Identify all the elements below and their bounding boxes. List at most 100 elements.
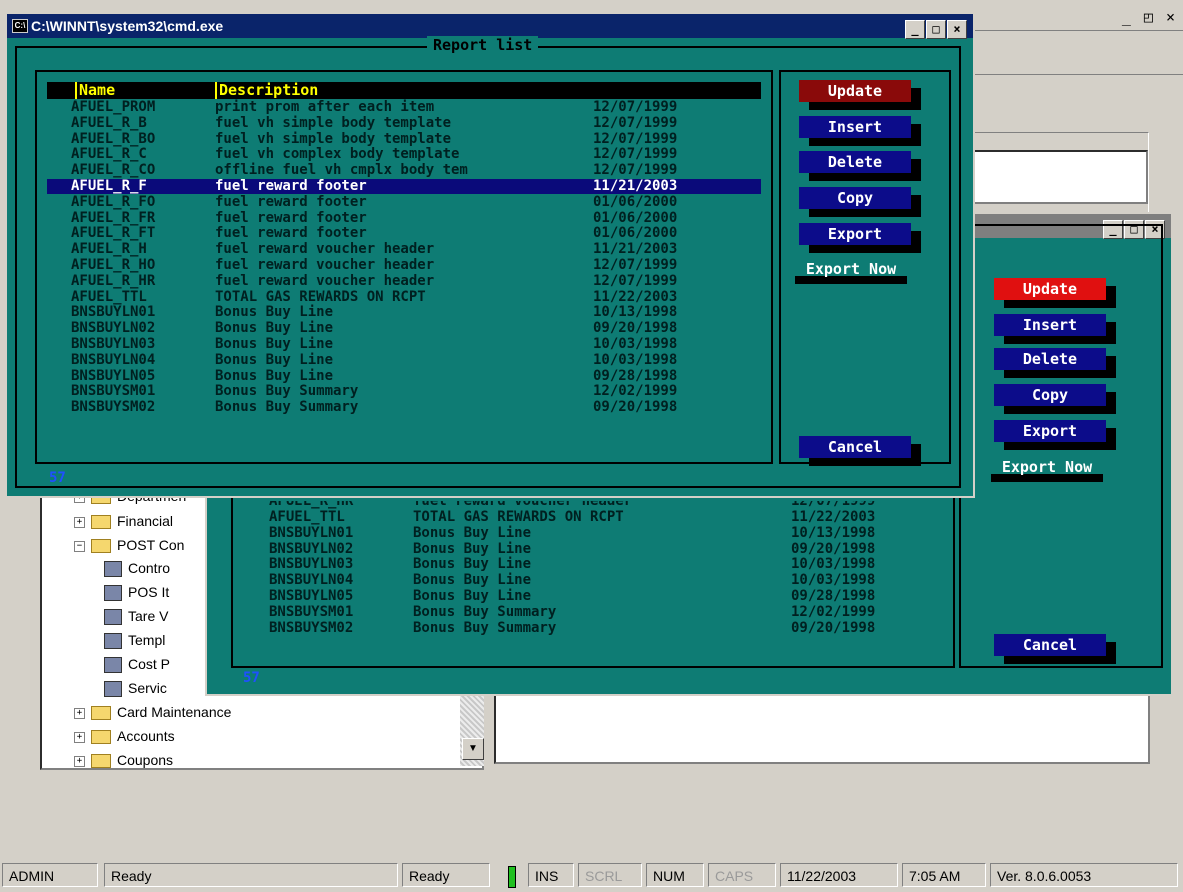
table-row[interactable]: AFUEL_R_HR fuel reward voucher header 12/0… <box>47 273 761 289</box>
cancel-button[interactable]: Cancel <box>799 436 911 458</box>
folder-icon <box>91 539 111 554</box>
table-row[interactable]: AFUEL_R_FT fuel reward footer 01/06/2000 <box>47 226 761 241</box>
table-row[interactable]: AFUEL_R_H fuel reward voucher header 11/21… <box>47 242 761 257</box>
expand-toggle-icon[interactable]: − <box>74 540 85 552</box>
table-row[interactable]: AFUEL_R_BO fuel vh simple body template 12… <box>47 130 761 147</box>
table-row[interactable]: AFUEL_R_C fuel vh complex body template 12… <box>47 147 761 162</box>
cell-date: 09/28/1998 <box>791 588 876 604</box>
table-row[interactable]: AFUEL_TTL TOTAL GAS REWARDS ON RCPT 11/22/… <box>247 510 947 525</box>
tree-item-label: Card Maintenance <box>117 704 232 720</box>
table-row[interactable]: BNSBUYSM02 Bonus Buy Summary 09/20/1998 <box>47 400 761 415</box>
tree-item[interactable]: + Coupons <box>74 752 173 769</box>
table-row[interactable]: BNSBUYLN05 Bonus Buy Line 09/28/1998 <box>47 367 761 384</box>
copy-button-back[interactable]: Copy <box>994 384 1106 406</box>
tree-item[interactable]: − POST Con <box>74 537 184 554</box>
report-icon <box>104 657 122 674</box>
table-row[interactable]: BNSBUYLN02 Bonus Buy Line 09/20/1998 <box>247 541 947 557</box>
export-button[interactable]: Export <box>799 223 911 245</box>
status-time: 7:05 AM <box>902 863 986 887</box>
delete-button[interactable]: Delete <box>799 151 911 173</box>
tree-item[interactable]: + Card Maintenance <box>74 704 232 721</box>
tree-item-label: Cost P <box>128 656 171 672</box>
cancel-button-back[interactable]: Cancel <box>994 634 1106 656</box>
tree-item[interactable]: Tare V <box>104 608 168 626</box>
scroll-down-button[interactable]: ▼ <box>462 738 484 760</box>
table-row[interactable]: BNSBUYLN03 Bonus Buy Line 10/03/1998 <box>247 557 947 572</box>
title-bar-front: C:\ C:\WINNT\system32\cmd.exe _ □ × <box>7 14 973 39</box>
tree-item[interactable]: Contro <box>104 560 171 578</box>
table-row[interactable]: AFUEL_R_HO fuel reward voucher header 12/0… <box>47 258 761 273</box>
delete-button-back[interactable]: Delete <box>994 348 1106 370</box>
status-scrl: SCRL <box>578 863 642 887</box>
table-row[interactable]: BNSBUYSM01 Bonus Buy Summary 12/02/1999 <box>247 604 947 620</box>
export-now-button-back[interactable]: Export Now <box>991 456 1103 482</box>
cell-date: 10/13/1998 <box>593 304 678 321</box>
cell-name: BNSBUYLN03 <box>269 556 354 573</box>
cell-date: 09/20/1998 <box>593 320 678 337</box>
copy-button[interactable]: Copy <box>799 187 911 209</box>
app-separator <box>970 30 1183 31</box>
cell-desc: Bonus Buy Line <box>413 572 532 589</box>
activity-indicator-icon <box>508 866 516 888</box>
cell-desc: Bonus Buy Summary <box>215 383 359 400</box>
cell-desc: fuel vh simple body template <box>215 114 452 131</box>
minimize-icon[interactable]: _ <box>905 20 925 39</box>
expand-toggle-icon[interactable]: + <box>74 731 85 743</box>
cell-desc: fuel reward footer <box>215 225 367 242</box>
table-row[interactable]: AFUEL_PROM print prom after each item 12/0… <box>47 100 761 115</box>
insert-button-back[interactable]: Insert <box>994 314 1106 336</box>
tree-item-label: Contro <box>128 560 171 576</box>
table-row[interactable]: BNSBUYSM02 Bonus Buy Summary 09/20/1998 <box>247 619 947 636</box>
export-now-button[interactable]: Export Now <box>795 258 907 284</box>
cell-name: AFUEL_R_FT <box>71 225 156 242</box>
export-now-label: Export Now <box>805 260 897 278</box>
table-row[interactable]: AFUEL_R_FO fuel reward footer 01/06/2000 <box>47 194 761 210</box>
cell-date: 10/13/1998 <box>791 524 876 541</box>
expand-toggle-icon[interactable]: + <box>74 755 85 767</box>
table-row[interactable]: BNSBUYSM01 Bonus Buy Summary 12/02/1999 <box>47 384 761 399</box>
expand-toggle-icon[interactable]: + <box>74 707 85 719</box>
cell-name: AFUEL_R_HO <box>71 257 156 273</box>
table-row[interactable]: AFUEL_R_F fuel reward footer 11/21/2003 <box>47 179 761 194</box>
cell-date: 09/20/1998 <box>791 619 876 636</box>
cell-desc: TOTAL GAS REWARDS ON RCPT <box>215 288 426 305</box>
expand-toggle-icon[interactable]: + <box>74 516 85 528</box>
cell-desc: fuel reward voucher header <box>215 241 435 258</box>
update-button[interactable]: Update <box>799 80 911 102</box>
tree-item[interactable]: Servic <box>104 680 167 698</box>
tree-item[interactable]: POS It <box>104 584 169 602</box>
table-row[interactable]: BNSBUYLN05 Bonus Buy Line 09/28/1998 <box>247 589 947 604</box>
table-row[interactable]: BNSBUYLN03 Bonus Buy Line 10/03/1998 <box>47 337 761 352</box>
maximize-icon[interactable]: □ <box>926 20 946 39</box>
tree-item[interactable]: Templ <box>104 632 165 650</box>
side-panel-field[interactable] <box>962 150 1148 204</box>
table-row[interactable]: AFUEL_TTL TOTAL GAS REWARDS ON RCPT 11/22/… <box>47 288 761 305</box>
cell-date: 10/03/1998 <box>791 572 876 589</box>
close-icon[interactable]: × <box>947 20 967 39</box>
tree-item[interactable]: + Financial <box>74 513 174 530</box>
cell-name: BNSBUYSM01 <box>71 383 156 400</box>
tree-item-label: Financial <box>117 513 174 529</box>
cell-name: BNSBUYLN04 <box>269 572 354 589</box>
table-row[interactable]: AFUEL_R_CO offline fuel vh cmplx body tem… <box>47 163 761 178</box>
table-row[interactable]: AFUEL_R_B fuel vh simple body template 12/… <box>47 114 761 131</box>
tree-item[interactable]: + Accounts <box>74 728 175 745</box>
cell-name: AFUEL_R_FR <box>71 209 156 226</box>
cell-desc: TOTAL GAS REWARDS ON RCPT <box>413 509 624 525</box>
list-header: Name Description <box>47 82 761 99</box>
table-row[interactable]: BNSBUYLN04 Bonus Buy Line 10/03/1998 <box>47 352 761 368</box>
table-row[interactable]: BNSBUYLN04 Bonus Buy Line 10/03/1998 <box>247 573 947 588</box>
table-row[interactable]: AFUEL_R_FR fuel reward footer 01/06/2000 <box>47 209 761 226</box>
table-row[interactable]: BNSBUYLN02 Bonus Buy Line 09/20/1998 <box>47 321 761 336</box>
cell-desc: fuel vh simple body template <box>215 130 452 147</box>
cell-name: AFUEL_TTL <box>71 288 147 305</box>
export-button-back[interactable]: Export <box>994 420 1106 442</box>
cell-desc: Bonus Buy Line <box>215 367 334 384</box>
tree-item[interactable]: Cost P <box>104 656 171 674</box>
table-row[interactable]: BNSBUYLN01 Bonus Buy Line 10/13/1998 <box>247 524 947 541</box>
insert-button[interactable]: Insert <box>799 116 911 138</box>
table-row[interactable]: BNSBUYLN01 Bonus Buy Line 10/13/1998 <box>47 305 761 320</box>
app-window-controls[interactable]: _ ◰ × <box>1122 8 1177 26</box>
update-button-back[interactable]: Update <box>994 278 1106 300</box>
cell-date: 09/20/1998 <box>593 399 678 416</box>
